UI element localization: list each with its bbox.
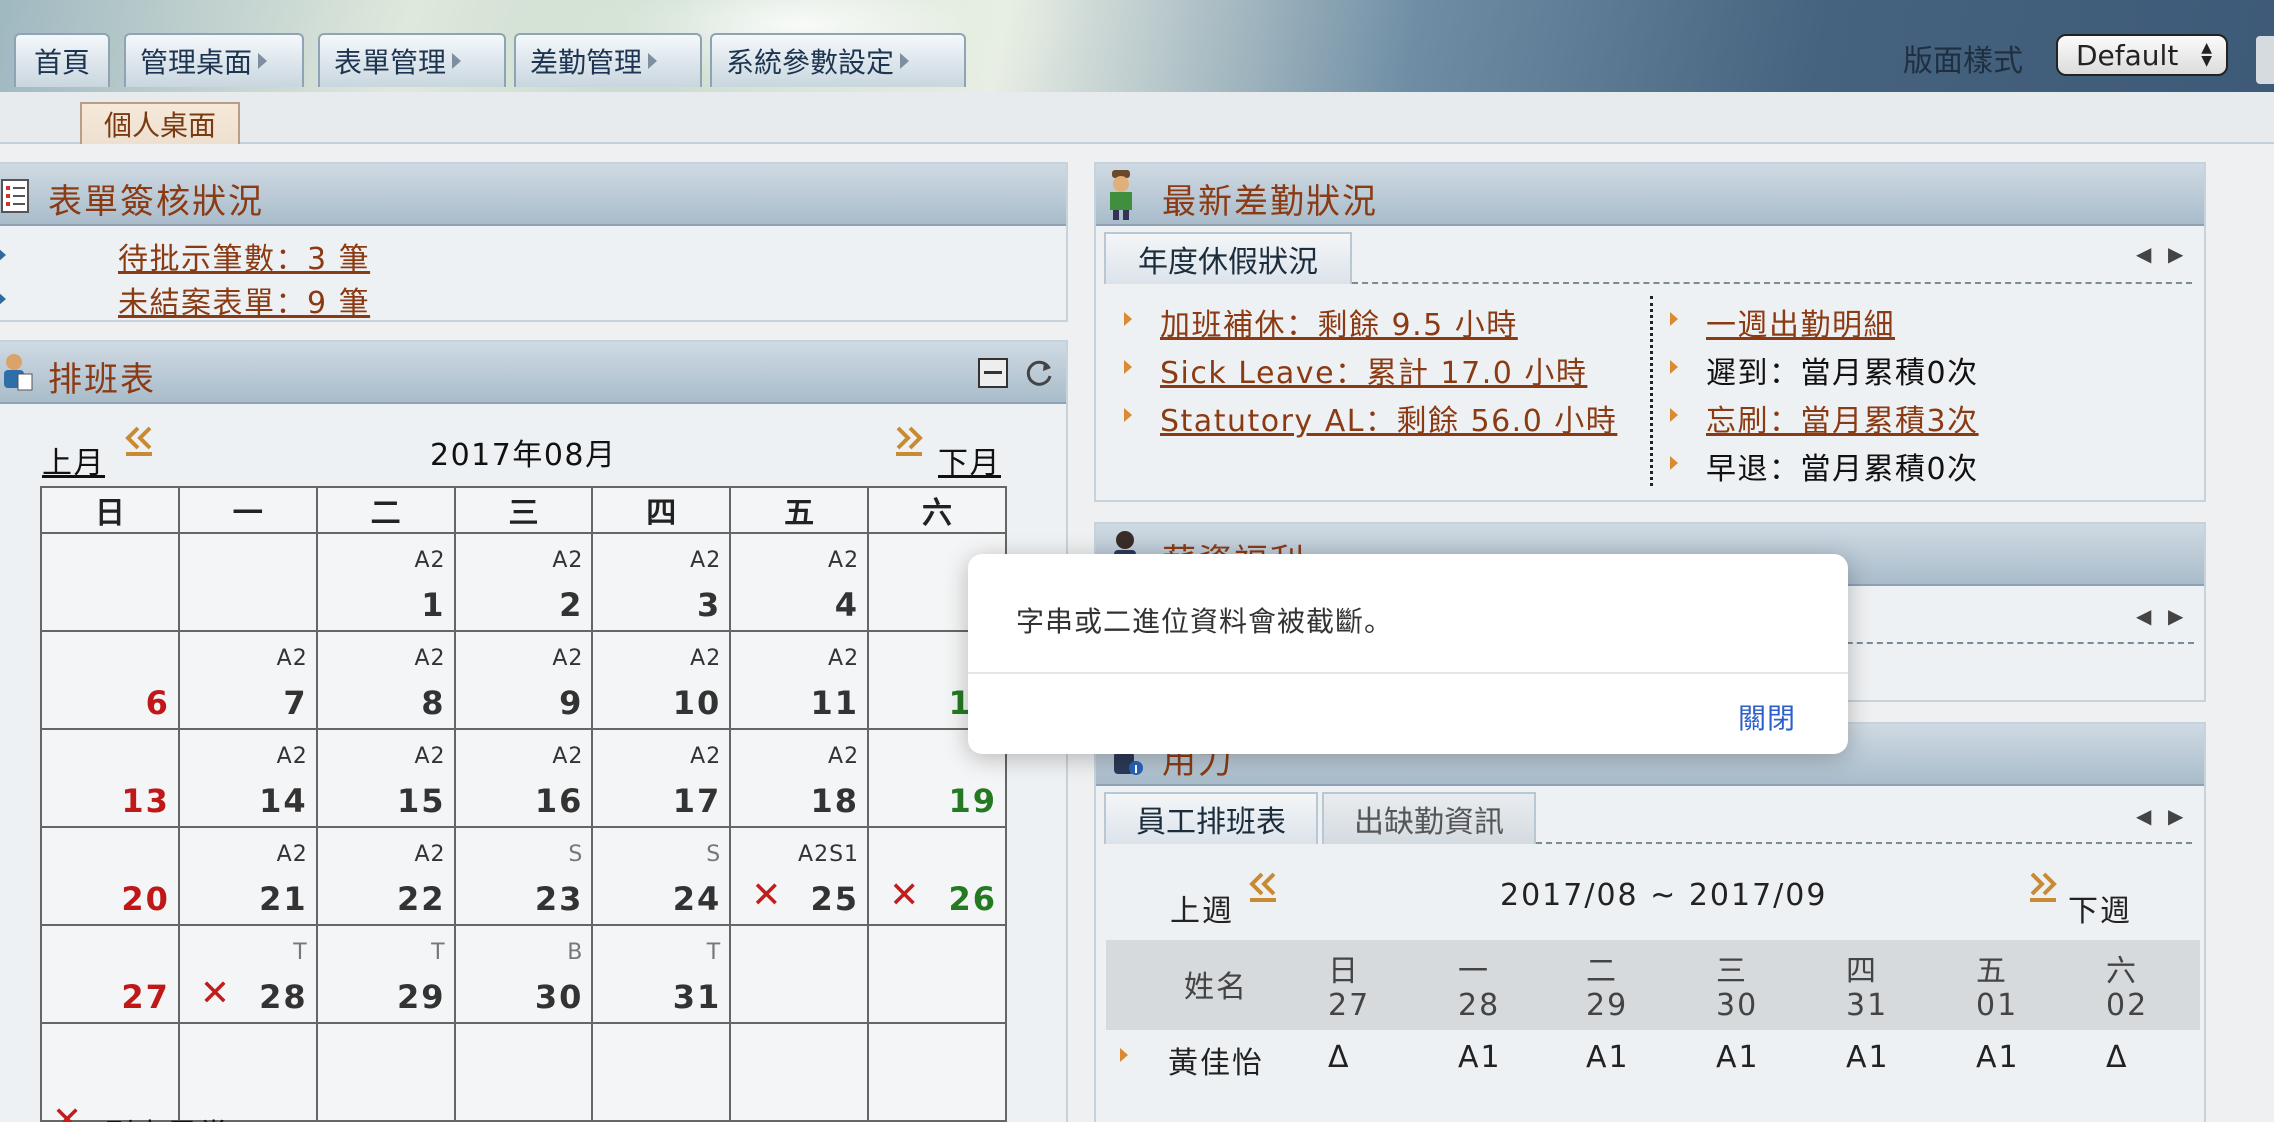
close-button[interactable]: 關閉 <box>1738 697 1796 737</box>
dialog-divider <box>968 672 1848 674</box>
alert-dialog: 字串或二進位資料會被截斷。 關閉 <box>968 554 1848 754</box>
alert-message: 字串或二進位資料會被截斷。 <box>1016 605 1394 638</box>
